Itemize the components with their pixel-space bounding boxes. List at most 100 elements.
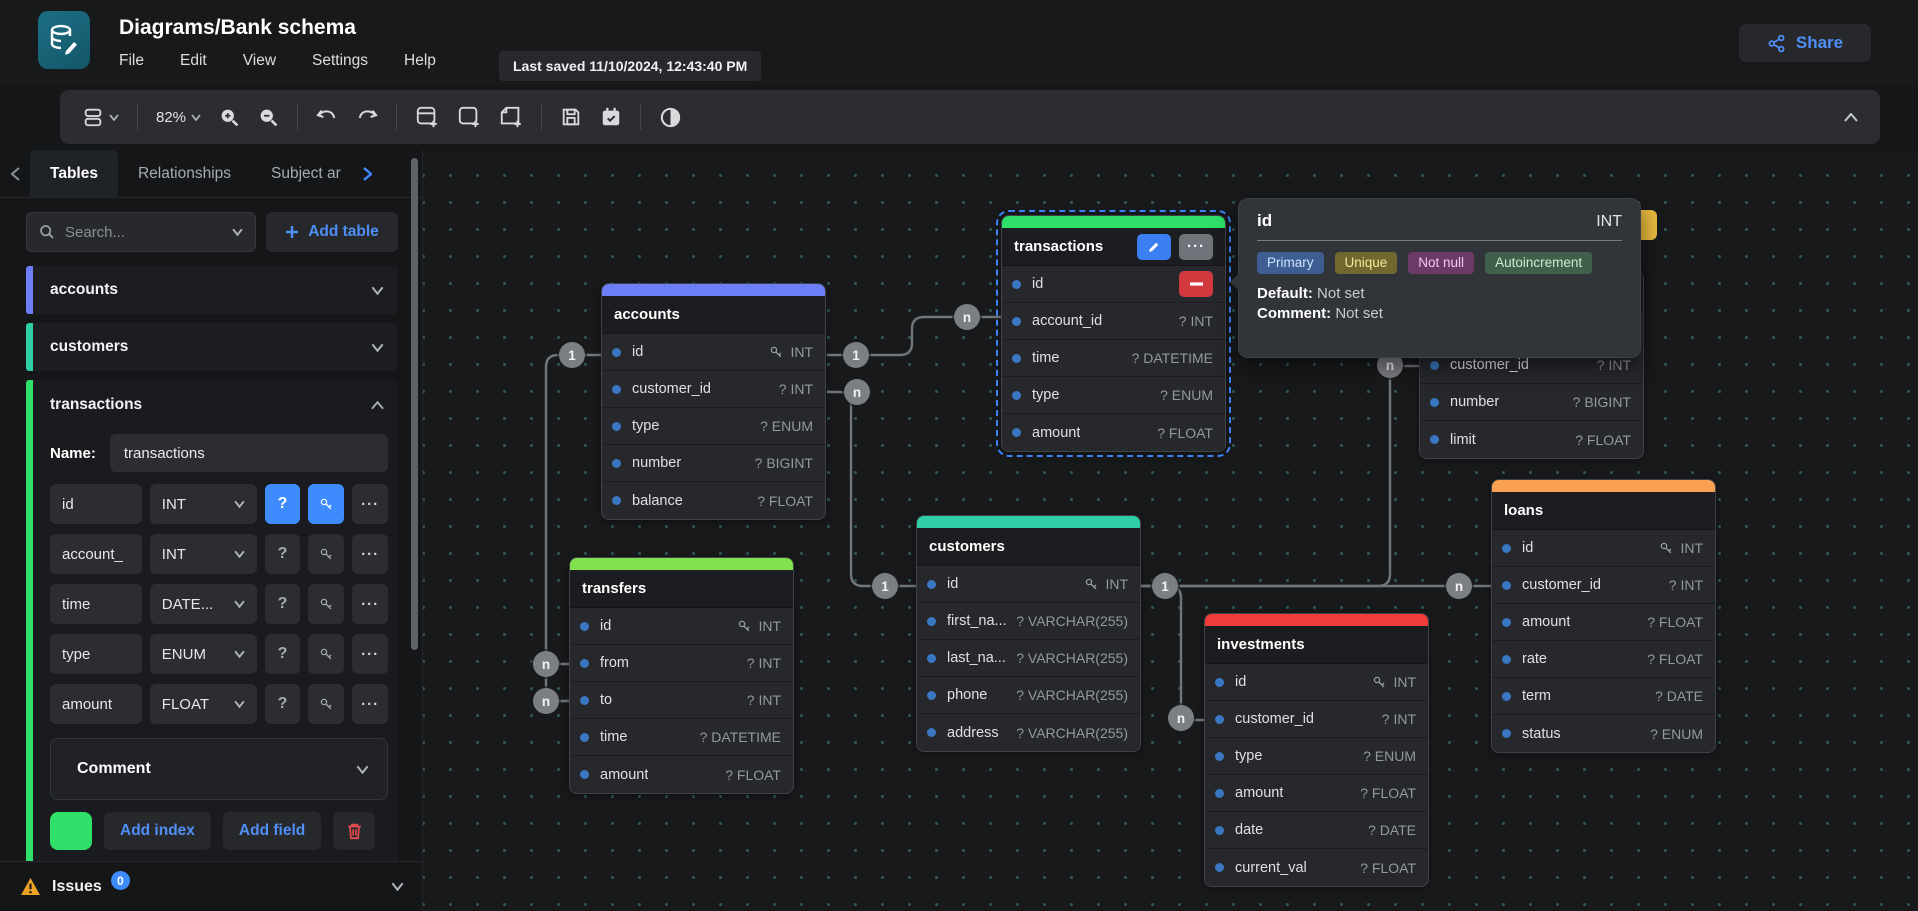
- table-field-row[interactable]: number? BIGINT: [602, 445, 825, 482]
- sidebar-item-accounts[interactable]: accounts: [26, 266, 398, 314]
- field-type-select[interactable]: ENUM: [150, 634, 257, 674]
- table-field-row[interactable]: from? INT: [570, 645, 793, 682]
- issues-bar[interactable]: Issues 0: [0, 861, 422, 911]
- tabs-scroll-left-button[interactable]: [0, 167, 30, 181]
- nullable-toggle[interactable]: ?: [265, 484, 301, 524]
- diagram-canvas[interactable]: accounts id INT customer_id? INT type? E…: [422, 150, 1918, 911]
- primary-key-toggle[interactable]: [308, 534, 344, 574]
- field-type-select[interactable]: INT: [150, 484, 257, 524]
- delete-table-button[interactable]: [333, 812, 375, 850]
- table-card-loans[interactable]: loans id INT customer_id? INT amount? FL…: [1491, 479, 1716, 753]
- table-card-transactions[interactable]: transactions ··· id account_id? INT time…: [1001, 215, 1226, 452]
- zoom-in-button[interactable]: [219, 107, 240, 128]
- table-field-row[interactable]: customer_id? INT: [602, 371, 825, 408]
- nullable-toggle[interactable]: ?: [265, 684, 301, 724]
- field-type-select[interactable]: FLOAT: [150, 684, 257, 724]
- table-field-row[interactable]: date? DATE: [1205, 812, 1428, 849]
- table-field-row[interactable]: customer_id? INT: [1492, 567, 1715, 604]
- relationship-edge[interactable]: [1141, 586, 1204, 720]
- table-field-row[interactable]: time? DATETIME: [1002, 340, 1225, 377]
- add-index-button[interactable]: Add index: [104, 812, 211, 850]
- table-field-row[interactable]: amount? FLOAT: [570, 756, 793, 793]
- field-more-button[interactable]: ···: [352, 484, 388, 524]
- table-field-row[interactable]: term? DATE: [1492, 678, 1715, 715]
- table-color-swatch[interactable]: [50, 812, 92, 850]
- table-field-row[interactable]: amount? FLOAT: [1002, 414, 1225, 451]
- table-field-row[interactable]: to? INT: [570, 682, 793, 719]
- table-card-transfers[interactable]: transfers id INT from? INT to? INT time?…: [569, 557, 794, 794]
- search-input[interactable]: Search...: [26, 212, 256, 252]
- delete-field-button[interactable]: [1179, 271, 1213, 297]
- sidebar-item-transactions[interactable]: transactions: [26, 380, 398, 430]
- zoom-out-button[interactable]: [258, 107, 279, 128]
- tab-relationships[interactable]: Relationships: [118, 150, 251, 197]
- primary-key-toggle[interactable]: [308, 484, 344, 524]
- field-name-input[interactable]: id: [50, 484, 142, 524]
- add-table-tool[interactable]: [415, 105, 439, 129]
- table-field-row[interactable]: number? BIGINT: [1420, 384, 1643, 421]
- table-field-row[interactable]: account_id? INT: [1002, 303, 1225, 340]
- field-more-button[interactable]: ···: [352, 534, 388, 574]
- edit-table-button[interactable]: [1137, 234, 1171, 260]
- menu-edit[interactable]: Edit: [180, 52, 207, 70]
- table-field-row[interactable]: id: [1002, 266, 1225, 303]
- table-field-row[interactable]: phone? VARCHAR(255): [917, 677, 1140, 714]
- sidebar-scrollbar[interactable]: [411, 158, 418, 650]
- table-card-customers[interactable]: customers id INT first_na...? VARCHAR(25…: [916, 515, 1141, 752]
- add-note-tool[interactable]: [499, 105, 523, 129]
- table-more-button[interactable]: ···: [1179, 234, 1213, 260]
- field-more-button[interactable]: ···: [352, 584, 388, 624]
- table-field-row[interactable]: id INT: [1492, 530, 1715, 567]
- menu-settings[interactable]: Settings: [312, 52, 368, 70]
- table-field-row[interactable]: type? ENUM: [602, 408, 825, 445]
- table-field-row[interactable]: customer_id? INT: [1205, 701, 1428, 738]
- zoom-level-dropdown[interactable]: 82%: [156, 109, 201, 126]
- share-button[interactable]: Share: [1739, 24, 1871, 62]
- menu-file[interactable]: File: [119, 52, 144, 70]
- field-type-select[interactable]: INT: [150, 534, 257, 574]
- primary-key-toggle[interactable]: [308, 584, 344, 624]
- table-field-row[interactable]: type? ENUM: [1205, 738, 1428, 775]
- table-field-row[interactable]: last_na...? VARCHAR(255): [917, 640, 1140, 677]
- undo-button[interactable]: [316, 107, 338, 127]
- add-table-button[interactable]: Add table: [266, 212, 398, 252]
- table-field-row[interactable]: amount? FLOAT: [1205, 775, 1428, 812]
- field-name-input[interactable]: account_: [50, 534, 142, 574]
- table-field-row[interactable]: id INT: [602, 334, 825, 371]
- app-logo-icon[interactable]: [38, 11, 90, 69]
- field-name-input[interactable]: type: [50, 634, 142, 674]
- menu-help[interactable]: Help: [404, 52, 436, 70]
- table-card-accounts[interactable]: accounts id INT customer_id? INT type? E…: [601, 283, 826, 520]
- save-button[interactable]: [560, 106, 582, 128]
- table-field-row[interactable]: id INT: [1205, 664, 1428, 701]
- sidebar-item-customers[interactable]: customers: [26, 323, 398, 371]
- table-field-row[interactable]: id INT: [570, 608, 793, 645]
- tab-subject-areas[interactable]: Subject ar: [251, 150, 361, 197]
- table-field-row[interactable]: status? ENUM: [1492, 715, 1715, 752]
- table-field-row[interactable]: balance? FLOAT: [602, 482, 825, 519]
- table-field-row[interactable]: address? VARCHAR(255): [917, 714, 1140, 751]
- table-field-row[interactable]: current_val? FLOAT: [1205, 849, 1428, 886]
- redo-button[interactable]: [356, 107, 378, 127]
- relationship-edge[interactable]: [827, 392, 916, 586]
- nullable-toggle[interactable]: ?: [265, 634, 301, 674]
- table-card-investments[interactable]: investments id INT customer_id? INT type…: [1204, 613, 1429, 887]
- table-field-row[interactable]: amount? FLOAT: [1492, 604, 1715, 641]
- theme-contrast-button[interactable]: [659, 106, 682, 129]
- table-field-row[interactable]: limit? FLOAT: [1420, 421, 1643, 458]
- layout-menu-button[interactable]: [82, 106, 119, 128]
- primary-key-toggle[interactable]: [308, 634, 344, 674]
- table-field-row[interactable]: id INT: [917, 566, 1140, 603]
- add-area-tool[interactable]: [457, 105, 481, 129]
- todo-button[interactable]: [600, 106, 622, 128]
- table-field-row[interactable]: rate? FLOAT: [1492, 641, 1715, 678]
- tab-tables[interactable]: Tables: [30, 150, 118, 197]
- comment-collapse[interactable]: Comment: [50, 738, 388, 800]
- field-more-button[interactable]: ···: [352, 684, 388, 724]
- primary-key-toggle[interactable]: [308, 684, 344, 724]
- tabs-scroll-right-button[interactable]: [363, 167, 372, 181]
- table-field-row[interactable]: first_na...? VARCHAR(255): [917, 603, 1140, 640]
- table-field-row[interactable]: time? DATETIME: [570, 719, 793, 756]
- field-more-button[interactable]: ···: [352, 634, 388, 674]
- nullable-toggle[interactable]: ?: [265, 534, 301, 574]
